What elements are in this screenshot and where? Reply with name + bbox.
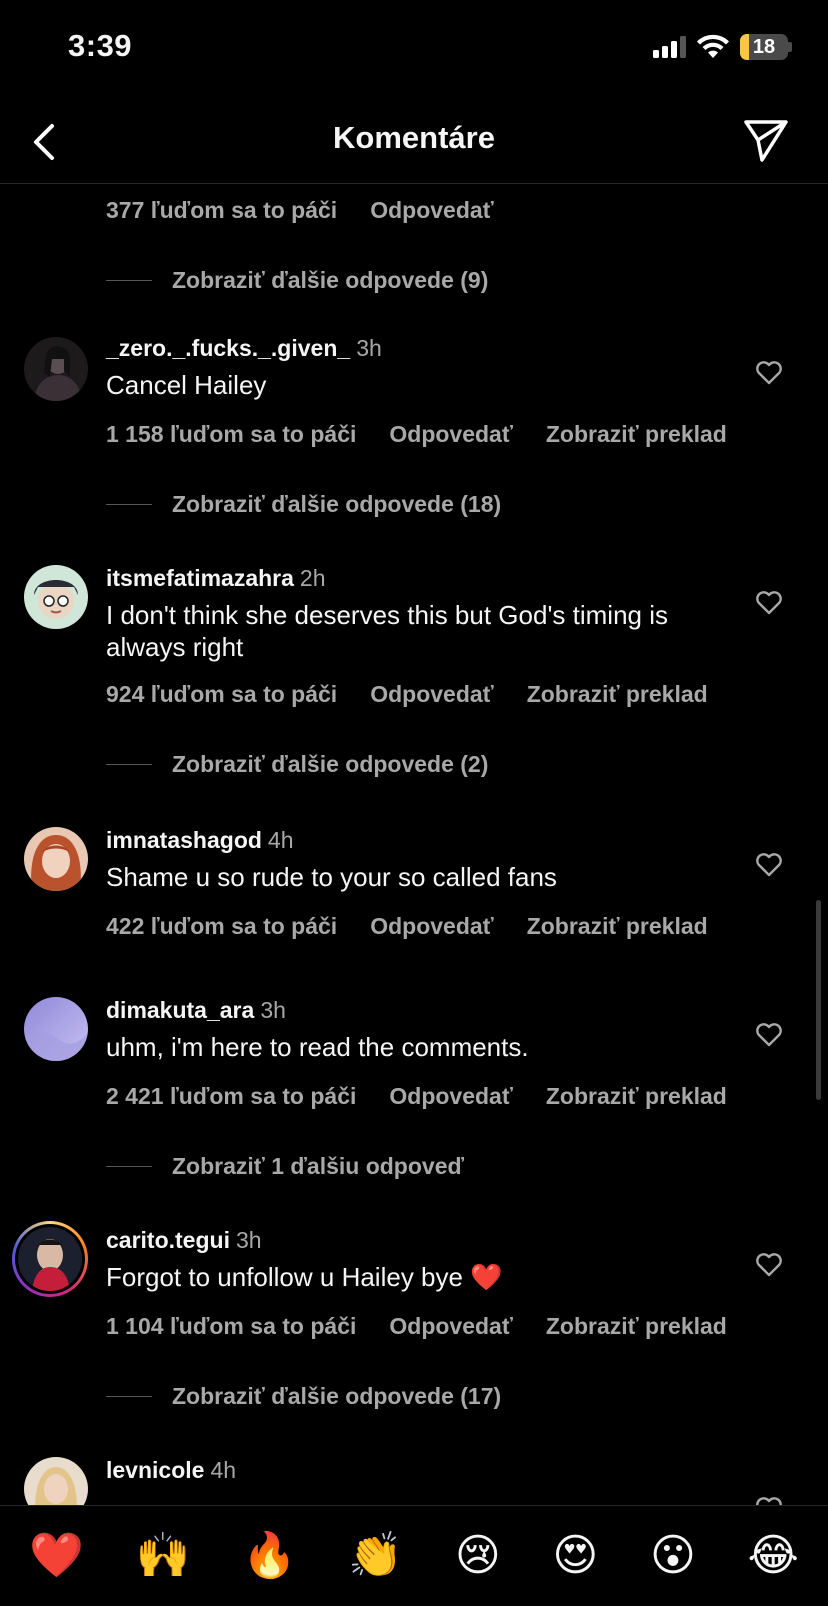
avatar[interactable]: [24, 1457, 88, 1505]
view-more-replies-button[interactable]: Zobraziť ďalšie odpovede (2): [106, 751, 488, 778]
likes-count: 422 ľuďom sa to páči: [106, 913, 338, 939]
translate-button[interactable]: Zobraziť preklad: [527, 913, 708, 940]
paper-plane-icon[interactable]: [740, 114, 792, 166]
view-more-replies-button[interactable]: Zobraziť 1 ďalšiu odpoveď: [106, 1153, 464, 1180]
reply-button[interactable]: Odpovedať: [370, 197, 493, 224]
avatar[interactable]: [24, 565, 88, 629]
battery-fill: [740, 34, 749, 60]
likes-count: 1 104 ľuďom sa to páči: [106, 1313, 357, 1339]
emoji-fire[interactable]: 🔥: [242, 1534, 297, 1578]
comment-meta: 2 421 ľuďom sa to páči Odpovedať Zobrazi…: [106, 1083, 727, 1110]
comment-text: Forgot to unfollow u Hailey bye ❤️: [106, 1262, 503, 1292]
comment-text: I don't think she deserves this but God'…: [106, 600, 668, 662]
comment-time: 3h: [235, 1227, 262, 1253]
reply-button[interactable]: Odpovedať: [370, 681, 493, 708]
emoji-clapping[interactable]: 👏: [348, 1534, 403, 1578]
battery-level: 18: [752, 35, 776, 58]
avatar[interactable]: [24, 337, 88, 401]
cellular-signal-icon: [653, 36, 686, 58]
likes-count: 2 421 ľuďom sa to páči: [106, 1083, 357, 1109]
reply-button[interactable]: Odpovedať: [389, 1083, 512, 1110]
comment-meta: 924 ľuďom sa to páči Odpovedať Zobraziť …: [106, 681, 708, 708]
comment-username[interactable]: imnatashagod: [106, 827, 262, 853]
status-time: 3:39: [68, 28, 133, 63]
comment-text: uhm, i'm here to read the comments.: [106, 1032, 529, 1062]
heart-icon[interactable]: [754, 1019, 784, 1049]
emoji-laughing[interactable]: 😂: [748, 1534, 799, 1578]
comment-meta: 1 104 ľuďom sa to páči Odpovedať Zobrazi…: [106, 1313, 727, 1340]
avatar: [18, 1227, 82, 1291]
translate-button[interactable]: Zobraziť preklad: [546, 421, 727, 448]
emoji-reaction-bar: ❤️ 🙌 🔥 👏 😢 😍 😮 😂: [0, 1505, 828, 1606]
comments-header: Komentáre: [0, 100, 828, 184]
view-more-replies-button[interactable]: Zobraziť ďalšie odpovede (9): [106, 267, 488, 294]
comment-time: 4h: [210, 1457, 237, 1483]
translate-button[interactable]: Zobraziť preklad: [546, 1083, 727, 1110]
scrollbar[interactable]: [816, 900, 821, 1100]
comment-text: Shame u so rude to your so called fans: [106, 862, 557, 892]
emoji-surprised[interactable]: 😮: [650, 1534, 696, 1578]
likes-count: 924 ľuďom sa to páči: [106, 681, 338, 707]
view-more-replies-button[interactable]: Zobraziť ďalšie odpovede (18): [106, 491, 501, 518]
comment-text: Cancel Hailey: [106, 370, 267, 400]
heart-icon[interactable]: [754, 587, 784, 617]
heart-icon[interactable]: [754, 849, 784, 879]
emoji-heart-eyes[interactable]: 😍: [552, 1534, 598, 1578]
divider-line: [106, 280, 152, 281]
emoji-heart[interactable]: ❤️: [29, 1534, 84, 1578]
battery-icon: 18: [740, 34, 788, 60]
heart-icon[interactable]: [754, 357, 784, 387]
translate-button[interactable]: Zobraziť preklad: [527, 681, 708, 708]
comment-username[interactable]: carito.tegui: [106, 1227, 230, 1253]
status-bar: 3:39 18: [0, 0, 828, 100]
page-title: Komentáre: [333, 120, 495, 155]
avatar[interactable]: [24, 997, 88, 1061]
comment-time: 3h: [260, 997, 286, 1023]
avatar[interactable]: [24, 827, 88, 891]
heart-icon[interactable]: [754, 1249, 784, 1279]
comment-username[interactable]: dimakuta_ara: [106, 997, 254, 1023]
comments-list: 377 ľuďom sa to páči Odpovedať Zobraziť …: [0, 185, 828, 1505]
emoji-crying[interactable]: 😢: [455, 1534, 501, 1578]
story-ring[interactable]: [12, 1221, 88, 1297]
comment-meta: 377 ľuďom sa to páči Odpovedať: [106, 197, 494, 224]
reply-button[interactable]: Odpovedať: [370, 913, 493, 940]
reply-button[interactable]: Odpovedať: [389, 1313, 512, 1340]
likes-count: 377 ľuďom sa to páči: [106, 197, 338, 223]
comment-username[interactable]: _zero._.fucks._.given_: [106, 335, 350, 361]
view-more-replies-button[interactable]: Zobraziť ďalšie odpovede (17): [106, 1383, 501, 1410]
comment-meta: 422 ľuďom sa to páči Odpovedať Zobraziť …: [106, 913, 708, 940]
reply-button[interactable]: Odpovedať: [389, 421, 512, 448]
heart-icon[interactable]: [754, 1493, 784, 1505]
comment-meta: 1 158 ľuďom sa to páči Odpovedať Zobrazi…: [106, 421, 727, 448]
comment-username[interactable]: levnicole: [106, 1457, 204, 1483]
translate-button[interactable]: Zobraziť preklad: [546, 1313, 727, 1340]
comment-username[interactable]: itsmefatimazahra: [106, 565, 294, 591]
status-icons: 18: [653, 34, 792, 60]
comment-time: 3h: [356, 335, 382, 361]
emoji-raised-hands[interactable]: 🙌: [135, 1534, 190, 1578]
comment-time: 4h: [267, 827, 294, 853]
comment-time: 2h: [299, 565, 326, 591]
likes-count: 1 158 ľuďom sa to páči: [106, 421, 357, 447]
wifi-icon: [697, 34, 729, 58]
